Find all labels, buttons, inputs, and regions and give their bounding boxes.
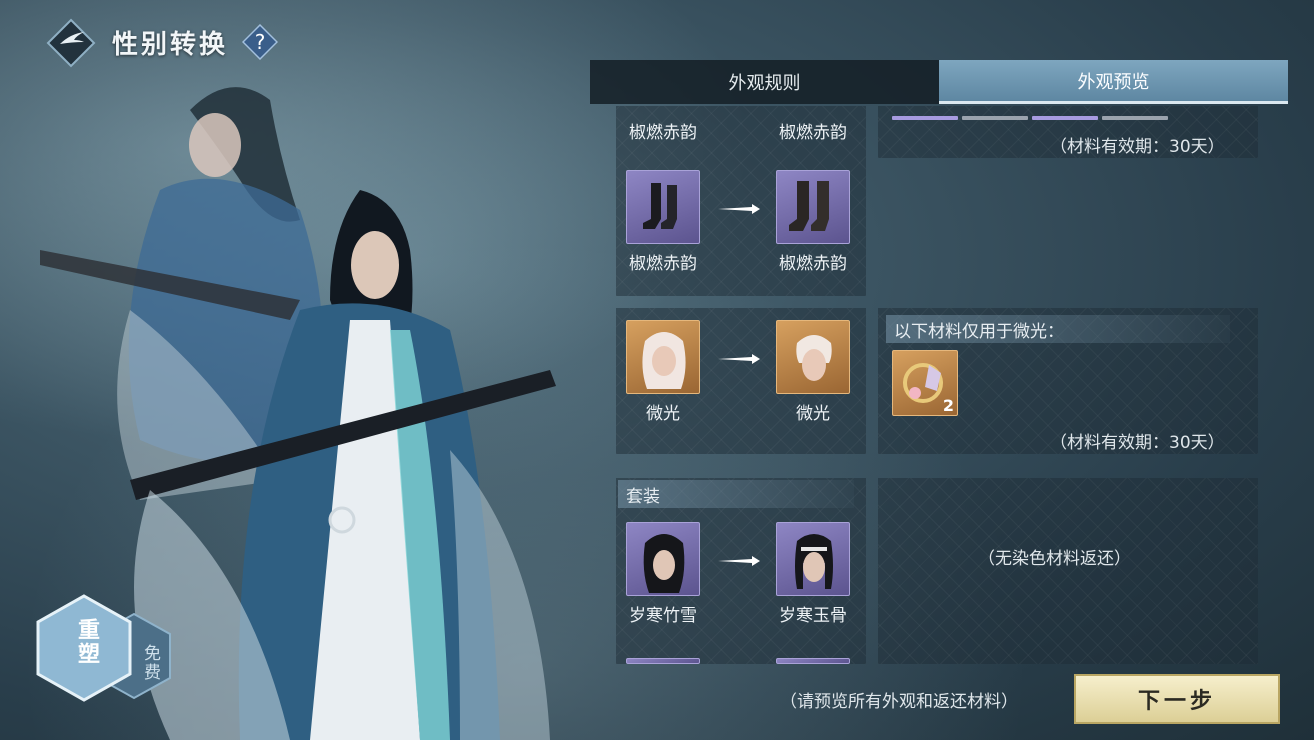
material-count: 2 (942, 396, 954, 415)
item-from-label: 椒燃赤韵 (629, 123, 697, 143)
male-portrait-icon (795, 534, 833, 589)
item-from-set[interactable] (626, 522, 700, 596)
validity-note: （材料有效期：30天） (1050, 433, 1225, 453)
male-hair-icon (796, 335, 832, 381)
item-to-label: 椒燃赤韵 (779, 123, 847, 143)
item-to-set[interactable] (776, 522, 850, 596)
tab-bar: 外观规则 外观预览 (590, 60, 1288, 104)
validity-note: （材料有效期：30天） (1050, 137, 1225, 157)
material-panel-3 (878, 478, 1258, 664)
question-mark-icon: ? (255, 30, 266, 54)
female-hair-icon (642, 332, 686, 389)
arrow-right-icon (718, 354, 760, 364)
male-character-illustration (130, 190, 556, 740)
progress-bars (892, 116, 1168, 120)
item-from-hair[interactable] (626, 320, 700, 394)
page-title: 性别转换 (112, 30, 229, 60)
female-portrait-icon (643, 534, 685, 593)
item-to-next (776, 658, 850, 664)
arrow-right-icon (718, 556, 760, 566)
item-from-label: 微光 (646, 404, 680, 424)
materials-section-title: 以下材料仅用于微光： (886, 315, 1230, 343)
material-item[interactable]: 2 (892, 350, 958, 416)
item-to-label: 岁寒玉骨 (779, 606, 847, 626)
boots-icon (643, 183, 677, 229)
free-label: 免费 (140, 644, 160, 682)
item-to-label: 椒燃赤韵 (779, 254, 847, 274)
rebuild-label: 重塑 (74, 618, 99, 666)
set-section-title: 套装 (618, 480, 854, 508)
back-button[interactable] (46, 18, 96, 68)
boots-icon (789, 181, 829, 231)
tab-appearance-rules[interactable]: 外观规则 (590, 60, 939, 104)
footer-hint: （请预览所有外观和返还材料） (780, 692, 1018, 712)
item-from-next (626, 658, 700, 664)
item-to-boots[interactable] (776, 170, 850, 244)
tab-appearance-preview[interactable]: 外观预览 (939, 60, 1288, 104)
item-from-label: 岁寒竹雪 (629, 606, 697, 626)
item-from-label: 椒燃赤韵 (629, 254, 697, 274)
item-to-label: 微光 (796, 404, 830, 424)
no-dye-note: （无染色材料返还） (978, 549, 1131, 569)
arrow-right-icon (718, 204, 760, 214)
item-to-hair[interactable] (776, 320, 850, 394)
rebuild-button[interactable]: 重塑 免费 (36, 594, 176, 724)
item-from-boots[interactable] (626, 170, 700, 244)
next-step-button[interactable]: 下一步 (1074, 674, 1280, 724)
help-button[interactable]: ? (242, 24, 278, 60)
